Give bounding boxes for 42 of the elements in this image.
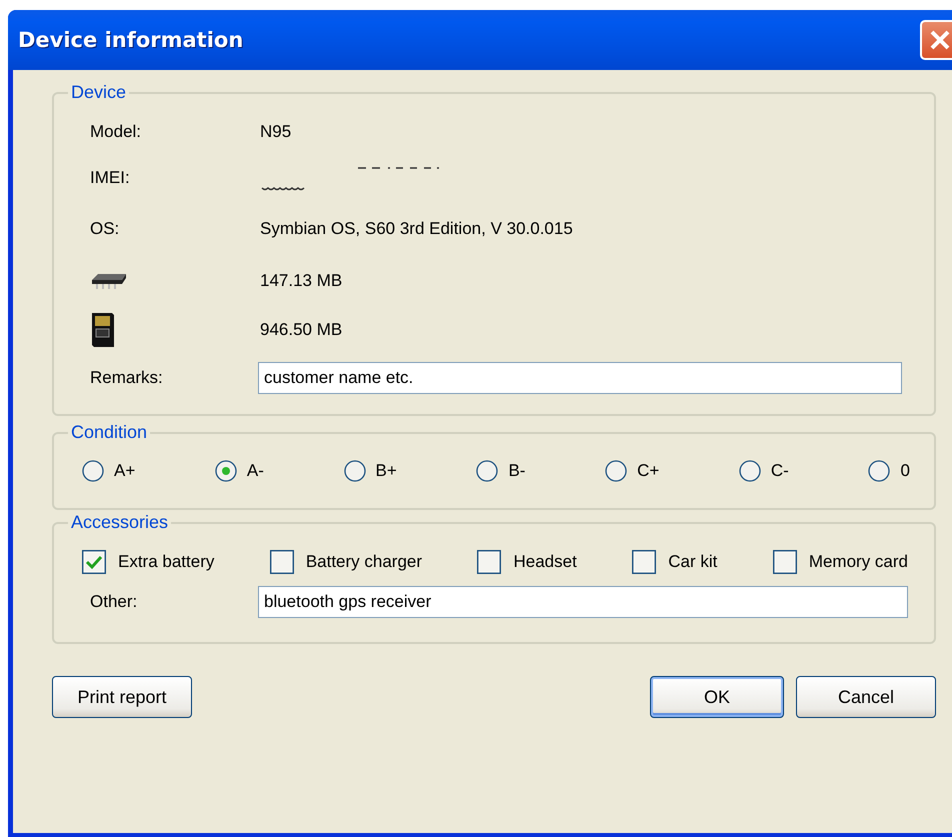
field-label: Remarks: <box>90 368 164 388</box>
radio-icon <box>214 460 237 482</box>
condition-radio[interactable]: 0 <box>868 460 910 482</box>
radio-icon <box>868 460 890 482</box>
radio-icon <box>738 460 761 482</box>
radio-icon <box>82 460 104 482</box>
field-label: OS: <box>90 219 120 239</box>
radio-icon <box>605 460 628 482</box>
field-label: IMEI: <box>90 168 131 188</box>
condition-radio[interactable]: A+ <box>82 460 136 482</box>
radio-icon <box>344 460 366 482</box>
condition-radio[interactable]: B- <box>476 460 526 482</box>
condition-radio[interactable]: B+ <box>344 460 397 482</box>
text-field[interactable]: customer name etc. <box>258 362 902 394</box>
condition-radio[interactable]: C- <box>738 460 789 482</box>
dialog-button[interactable]: Cancel <box>796 676 936 718</box>
window-title: Device information <box>18 28 244 52</box>
text-field[interactable]: bluetooth gps receiver <box>258 586 908 618</box>
checkbox-icon <box>82 550 106 574</box>
condition-radio[interactable]: C+ <box>605 460 660 482</box>
accessory-checkbox[interactable]: Car kit <box>632 550 718 574</box>
close-icon <box>929 29 951 51</box>
checkbox-icon <box>772 550 797 574</box>
dialog-button[interactable]: Print report <box>52 676 192 718</box>
checkbox-icon <box>632 550 656 574</box>
field-label: Other: <box>90 592 138 612</box>
field-value: N95 <box>260 122 292 142</box>
accessory-checkbox[interactable]: Battery charger <box>270 550 422 574</box>
radio-icon <box>476 460 498 482</box>
close-button[interactable] <box>920 20 952 60</box>
field-label: Model: <box>90 122 142 142</box>
condition-radio[interactable]: A- <box>214 460 264 482</box>
checkbox-icon <box>477 550 502 574</box>
field-value: 147.13 MB <box>260 271 342 291</box>
dialog-button[interactable]: OK <box>650 676 784 718</box>
memory-chip-icon <box>90 272 128 290</box>
field-value: Symbian OS, S60 3rd Edition, V 30.0.015 <box>260 219 573 239</box>
checkbox-icon <box>270 550 294 574</box>
accessory-checkbox[interactable]: Headset <box>477 550 577 574</box>
accessory-checkbox[interactable]: Memory card <box>772 550 908 574</box>
accessory-checkbox[interactable]: Extra battery <box>82 550 214 574</box>
field-value: 946.50 MB <box>260 320 342 340</box>
